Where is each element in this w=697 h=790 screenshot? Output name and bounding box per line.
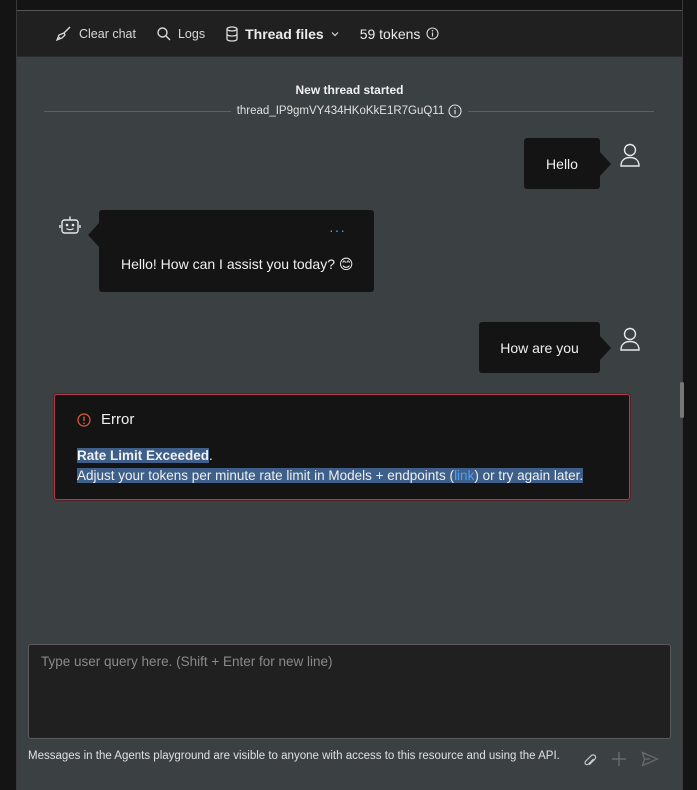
chevron-down-icon bbox=[330, 29, 340, 39]
thread-header: New thread started thread_IP9gmVY434HKoK… bbox=[17, 83, 682, 119]
person-icon bbox=[619, 143, 641, 172]
error-body: Rate Limit Exceeded. Adjust your tokens … bbox=[77, 446, 584, 486]
query-input-box bbox=[28, 644, 671, 739]
message-text: How are you bbox=[500, 339, 579, 356]
paperclip-icon[interactable] bbox=[583, 751, 597, 767]
user-query-input[interactable] bbox=[29, 645, 670, 738]
error-message: Error Rate Limit Exceeded. Adjust your t… bbox=[54, 394, 630, 500]
send-icon[interactable] bbox=[641, 751, 659, 767]
thread-id-text: thread_IP9gmVY434HKoKkE1R7GuQ11 bbox=[236, 105, 445, 117]
thread-files-button[interactable]: Thread files bbox=[225, 26, 340, 42]
error-title: Error bbox=[101, 411, 135, 428]
visibility-note: Messages in the Agents playground are vi… bbox=[28, 750, 560, 762]
assistant-message: ··· Hello! How can I assist you today? 😊 bbox=[88, 210, 374, 292]
right-edge bbox=[682, 0, 697, 790]
bot-icon bbox=[59, 215, 81, 244]
token-count: 59 tokens bbox=[360, 26, 440, 42]
plus-icon[interactable] bbox=[611, 751, 627, 767]
error-header: Error bbox=[77, 411, 134, 428]
token-count-label: 59 tokens bbox=[359, 25, 421, 42]
person-icon bbox=[619, 327, 641, 356]
input-actions bbox=[583, 751, 659, 767]
broom-icon bbox=[55, 25, 73, 43]
info-icon[interactable] bbox=[448, 104, 462, 118]
error-circle-icon bbox=[77, 412, 91, 427]
thread-files-label: Thread files bbox=[245, 25, 324, 42]
error-detail-before: Adjust your tokens per minute rate limit… bbox=[77, 468, 455, 483]
user-message: Hello bbox=[524, 138, 611, 189]
error-headline-punct: . bbox=[209, 448, 213, 463]
scrollbar-thumb[interactable] bbox=[680, 382, 684, 418]
logs-button[interactable]: Logs bbox=[156, 26, 205, 42]
user-message: How are you bbox=[479, 322, 611, 373]
chat-panel: Clear chat Logs Thread files 59 tokens N… bbox=[17, 10, 682, 790]
endpoints-link[interactable]: link bbox=[454, 468, 475, 483]
more-options-button[interactable]: ··· bbox=[329, 222, 346, 238]
logs-label: Logs bbox=[177, 26, 206, 41]
search-icon bbox=[156, 26, 172, 42]
toolbar: Clear chat Logs Thread files 59 tokens bbox=[17, 11, 682, 57]
message-text: Hello! How can I assist you today? 😊 bbox=[121, 256, 354, 272]
clear-chat-label: Clear chat bbox=[79, 26, 136, 41]
clear-chat-button[interactable]: Clear chat bbox=[55, 25, 136, 43]
error-detail-after: ) or try again later. bbox=[474, 468, 584, 483]
thread-id: thread_IP9gmVY434HKoKkE1R7GuQ11 bbox=[230, 104, 469, 118]
left-rail bbox=[0, 0, 17, 790]
error-headline: Rate Limit Exceeded bbox=[77, 448, 210, 463]
database-icon bbox=[225, 25, 239, 42]
message-text: Hello bbox=[546, 155, 578, 172]
thread-title: New thread started bbox=[295, 83, 404, 97]
info-icon[interactable] bbox=[426, 27, 439, 40]
